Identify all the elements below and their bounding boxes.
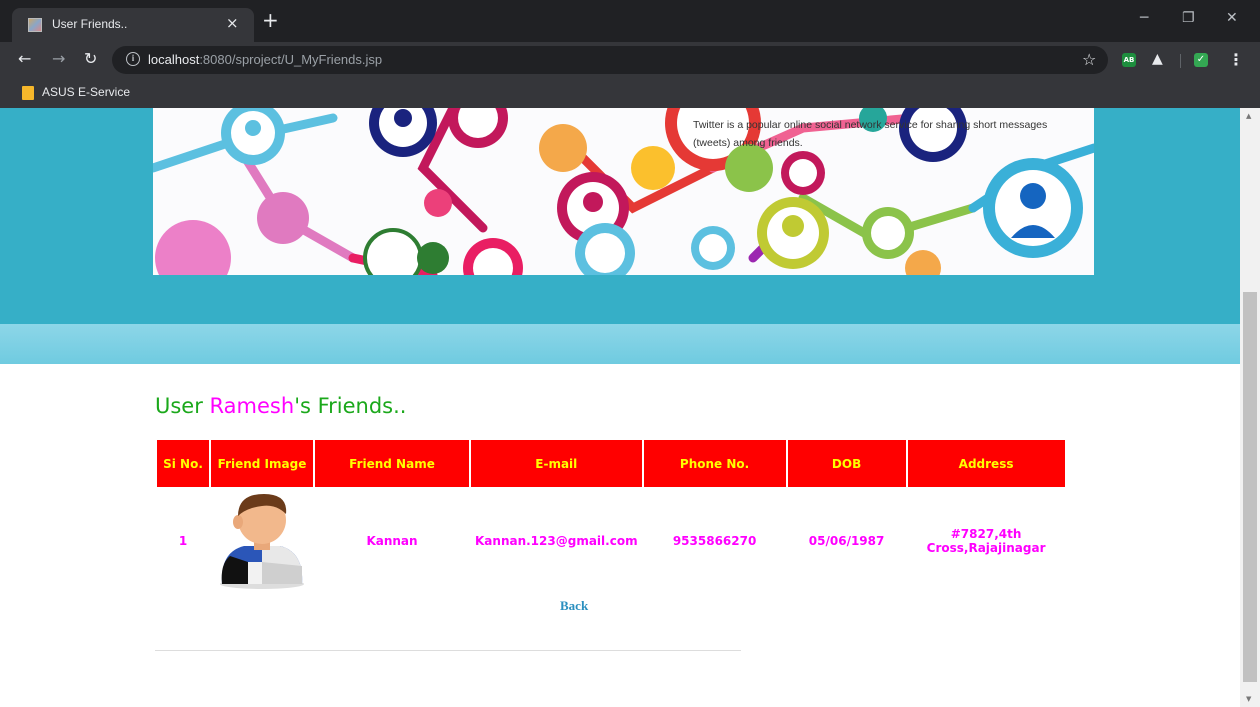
bookmarks-bar: ASUS E-Service (0, 78, 1260, 108)
cell-phone: 9535866270 (672, 534, 757, 548)
header-banner-image: Twitter is a popular online social netwo… (153, 108, 1094, 275)
header-strip (0, 324, 1240, 364)
back-link[interactable]: Back (560, 598, 588, 614)
column-header-email: E-mail (471, 440, 642, 487)
banner-description: Twitter is a popular online social netwo… (693, 119, 1048, 149)
column-header-phone: Phone No. (643, 440, 786, 487)
page-viewport: Twitter is a popular online social netwo… (0, 108, 1240, 707)
user-avatar-icon (220, 494, 304, 589)
cell-dob: 05/06/1987 (808, 534, 885, 548)
page-title: User Ramesh's Friends.. (155, 394, 407, 418)
tab-strip: User Friends.. × + ─ ❐ ✕ (0, 0, 1260, 42)
browser-tab[interactable]: User Friends.. × (12, 8, 254, 42)
toolbar-separator (1180, 54, 1181, 68)
adblock-extension-icon[interactable]: AB (1122, 53, 1136, 67)
content-divider (155, 650, 741, 651)
back-arrow-icon[interactable]: ← (18, 50, 31, 68)
close-window-icon[interactable]: ✕ (1226, 10, 1238, 26)
friend-avatar (215, 492, 309, 590)
column-header-si-no: Si No. (157, 440, 209, 487)
restore-icon[interactable]: ❐ (1182, 10, 1195, 26)
column-header-dob: DOB (787, 440, 906, 487)
page-favicon-icon (28, 18, 42, 32)
reload-icon[interactable]: ↻ (84, 50, 97, 68)
star-icon[interactable]: ☆ (1082, 50, 1096, 69)
table-row: 1 Kannan Kannan.123@gmail.com 9535866270… (157, 489, 1065, 593)
info-icon[interactable]: i (126, 52, 140, 66)
minimize-icon[interactable]: ─ (1140, 10, 1148, 26)
cell-friend-name: Kannan (366, 534, 418, 548)
column-header-address: Address (907, 440, 1065, 487)
tab-close-button[interactable]: × (226, 14, 239, 32)
address-bar[interactable]: i localhost:8080/sproject/U_MyFriends.js… (112, 46, 1108, 74)
user-name: Ramesh (209, 394, 295, 418)
url-text[interactable]: localhost:8080/sproject/U_MyFriends.jsp (148, 52, 382, 67)
forward-arrow-icon[interactable]: → (52, 50, 65, 68)
cell-si-no: 1 (178, 534, 188, 548)
column-header-friend-name: Friend Name (315, 440, 469, 487)
cell-email: Kannan.123@gmail.com (475, 534, 638, 548)
shield-extension-icon[interactable]: ✓ (1194, 53, 1208, 67)
scroll-up-arrow-icon[interactable]: ▲ (1246, 112, 1251, 120)
cell-address: #7827,4th Cross,Rajajinagar (926, 527, 1046, 555)
extension-icon[interactable]: ▲ (1152, 52, 1166, 66)
column-header-friend-image: Friend Image (211, 440, 313, 487)
table-header-row: Si No. Friend Image Friend Name E-mail P… (157, 440, 1065, 487)
vertical-scrollbar[interactable]: ▲ ▼ (1240, 108, 1260, 707)
kebab-menu-icon[interactable]: ⋮ (1228, 50, 1244, 69)
tab-title: User Friends.. (52, 17, 128, 31)
scrollbar-thumb[interactable] (1243, 292, 1257, 682)
bookmark-asus-eservice[interactable]: ASUS E-Service (42, 85, 130, 99)
bookmark-folder-icon[interactable] (22, 86, 34, 100)
browser-toolbar: ← → ↻ i localhost:8080/sproject/U_MyFrie… (0, 42, 1260, 78)
friends-table: Si No. Friend Image Friend Name E-mail P… (155, 438, 1067, 595)
scroll-down-arrow-icon[interactable]: ▼ (1246, 695, 1251, 703)
new-tab-button[interactable]: + (262, 10, 279, 30)
cell-friend-image (211, 489, 313, 593)
